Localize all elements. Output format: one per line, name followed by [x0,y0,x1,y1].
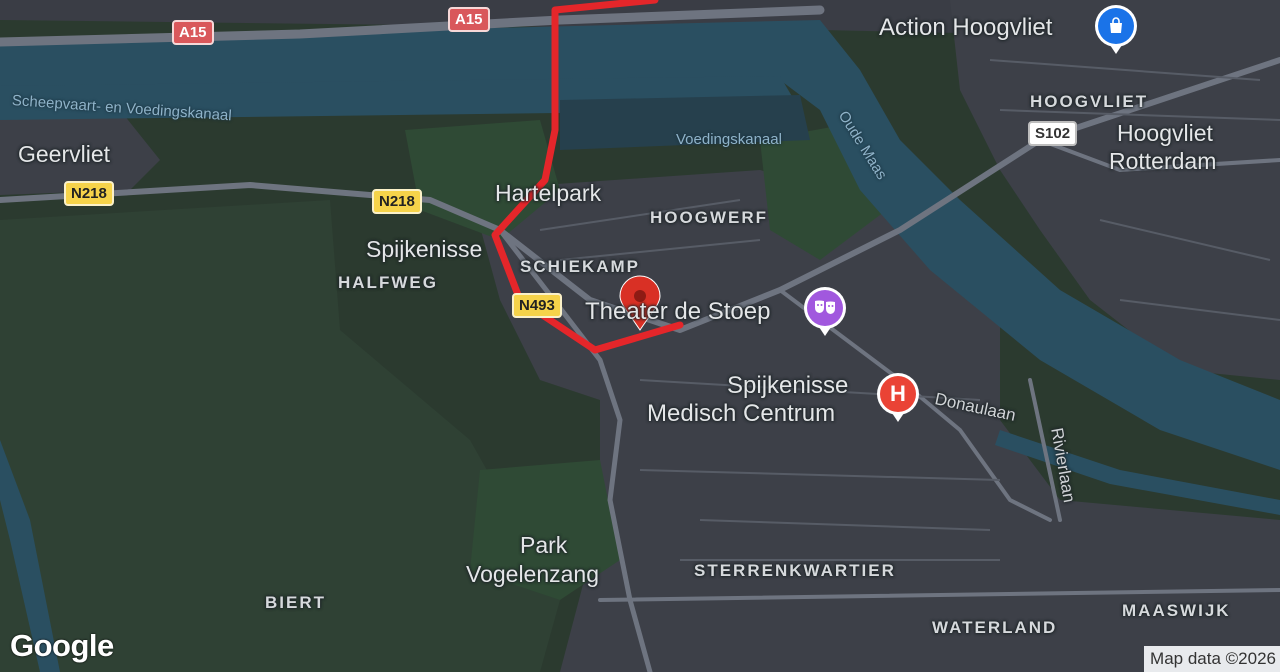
label-hospital-line1[interactable]: Spijkenisse [727,372,848,400]
label-hoogvliet-district: HOOGVLIET [1030,92,1149,111]
label-hoogwerf: HOOGWERF [650,208,768,227]
label-hartelpark: Hartelpark [495,180,602,206]
label-halfweg: HALFWEG [338,273,438,292]
shield-n218-right: N218 [372,189,422,214]
label-maaswijk: MAASWIJK [1122,601,1231,620]
label-schiekamp: SCHIEKAMP [520,257,641,276]
label-park-vogelenzang-line1: Park [520,532,568,558]
label-voedingskanaal: Voedingskanaal [676,131,782,148]
shield-s102: S102 [1028,121,1078,146]
google-logo: Google [10,628,114,663]
label-spijkenisse: Spijkenisse [366,236,483,262]
hospital-icon[interactable]: H [880,376,916,422]
label-biert: BIERT [265,593,326,612]
shield-a15-left: A15 [172,20,214,45]
label-hoogvliet-rotterdam-line2: Rotterdam [1109,148,1217,174]
label-action-hoogvliet[interactable]: Action Hoogvliet [879,14,1052,42]
label-hospital-line2[interactable]: Medisch Centrum [647,400,835,428]
shield-n218-left: N218 [64,181,114,206]
map-attribution[interactable]: Map data ©2026 [1144,646,1280,672]
label-sterrenkwartier: STERRENKWARTIER [694,561,896,580]
shield-n493: N493 [512,293,562,318]
shield-a15-right: A15 [448,7,490,32]
map-view[interactable]: A15 A15 N218 N218 N493 S102 Scheepvaart-… [0,0,1280,672]
label-park-vogelenzang-line2: Vogelenzang [466,561,600,587]
theatre-masks-icon[interactable] [807,290,843,336]
label-waterland: WATERLAND [932,618,1058,637]
label-geervliet: Geervliet [18,141,111,167]
label-theater-de-stoep[interactable]: Theater de Stoep [585,298,770,326]
label-hoogvliet-rotterdam-line1: Hoogvliet [1117,120,1213,146]
shopping-bag-icon[interactable] [1098,8,1134,54]
